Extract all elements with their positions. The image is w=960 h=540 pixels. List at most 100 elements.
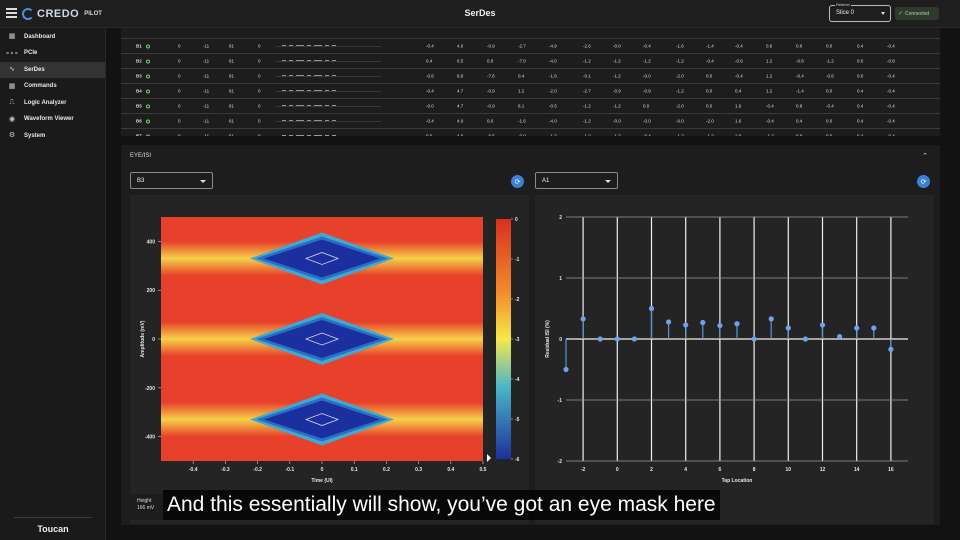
x-tick-label: 12 <box>820 467 826 473</box>
table-row[interactable]: B1 0 -11 61 0 -0.4 4.0 -0.9 -2.7 -4.9 -2.6 -0.0 -0.4… <box>121 39 940 54</box>
lane-id: B5 <box>136 103 142 109</box>
table-cell: -0.5 <box>549 103 557 109</box>
table-row[interactable]: B3 0 -11 61 0 -0.8 8.9 -7.6 0.4 -1.6 -0.1 -1.2 -0.0 -… <box>121 69 940 84</box>
table-cell: -1.2 <box>706 133 714 137</box>
sparkline <box>276 45 381 47</box>
table-cell: 4.0 <box>457 133 464 137</box>
colorbar-tick-label: -4 <box>515 377 520 383</box>
table-cell: 0 <box>178 73 181 79</box>
sidebar-item-commands[interactable]: ▦ Commands <box>0 78 105 95</box>
table-cell: 0 <box>258 133 261 137</box>
chevron-up-icon[interactable]: ⌃ <box>922 152 928 160</box>
sidebar-item-system[interactable]: ⚙ System <box>0 128 105 145</box>
sidebar-item-label: System <box>24 132 46 139</box>
sidebar-item-label: Logic Analyzer <box>24 99 67 106</box>
logo-mark-icon <box>22 8 34 20</box>
scope-icon: ◉ <box>8 115 16 123</box>
table-cell: -11 <box>203 133 210 137</box>
table-row[interactable]: B6 0 -11 61 0 -0.4 4.0 0.0 -1.6 -4.0 -1.2 -0.0 -0.0 -… <box>121 114 940 129</box>
table-cell: -0.4 <box>887 133 895 137</box>
table-cell: 0.0 <box>643 103 650 109</box>
table-cell: 4.0 <box>457 118 464 124</box>
sparkline <box>282 135 336 136</box>
lane-id: B1 <box>136 43 142 49</box>
table-cell: 0.4 <box>796 118 803 124</box>
table-cell: 0.0 <box>826 43 833 49</box>
retimer-select[interactable]: Retimer Slice 0 <box>829 2 891 22</box>
pulse-icon: ⎍ <box>9 99 15 107</box>
table-cell: 0.0 <box>826 88 833 94</box>
table-cell: -0.0 <box>613 118 621 124</box>
refresh-right-button[interactable]: ⟳ <box>917 175 930 188</box>
y-axis-label: Amplitude (mV) <box>140 320 146 357</box>
sidebar-item-pcie[interactable]: ∘∘∘ PCIe <box>0 45 105 62</box>
table-cell: 0 <box>258 103 261 109</box>
stem-point <box>819 322 826 328</box>
lane-select-right[interactable]: A1 <box>535 172 618 189</box>
x-tick-label: 0 <box>616 467 619 473</box>
lane-id: B7 <box>136 133 142 137</box>
table-cell: -0.4 <box>706 58 714 64</box>
table-cell: 1.6 <box>735 118 742 124</box>
x-axis-label: Tap Location <box>722 478 753 484</box>
table-cell: -2.6 <box>583 43 591 49</box>
table-cell: -0.8 <box>426 73 434 79</box>
stem-point <box>734 321 740 327</box>
menu-icon[interactable] <box>6 8 17 18</box>
table-cell: -0.4 <box>887 88 895 94</box>
stem-point <box>768 316 774 322</box>
eye-height-readout: Height 166 mV <box>129 494 163 520</box>
video-caption: And this essentially will show, you’ve g… <box>163 490 720 520</box>
table-row[interactable]: B4 0 -11 61 0 -0.4 4.7 -0.9 1.2 -2.0 -2.7 -0.9 -0.9 -… <box>121 84 940 99</box>
table-cell: 1.2 <box>766 73 773 79</box>
table-cell: -11 <box>203 88 210 94</box>
sidebar: ▦ Dashboard ∘∘∘ PCIe ∿ SerDes ▦ Commands… <box>0 28 106 540</box>
table-cell: -0.9 <box>487 103 495 109</box>
sidebar-item-waveform-viewer[interactable]: ◉ Waveform Viewer <box>0 111 105 128</box>
table-cell: -0.4 <box>643 133 651 137</box>
table-row[interactable]: B7 0 -11 61 0 0.0 4.0 -0.5 -0.9 -1.2 -1.2 -1.2 -0.4 -… <box>121 129 940 136</box>
table-row[interactable]: B5 0 -11 61 0 -0.0 4.7 -0.9 8.1 -0.5 -1.2 -1.2 0.0 -2… <box>121 99 940 114</box>
table-row[interactable]: B2 0 -11 61 0 0.4 6.5 0.0 -7.0 -4.0 -1.2 -1.2 -1.2 -1… <box>121 54 940 69</box>
table-cell: 4.7 <box>457 103 464 109</box>
table-cell: 61 <box>229 133 235 137</box>
colorbar-tick-label: -5 <box>515 417 520 423</box>
isi-plot-svg: -2 0 2 4 6 8 10 12 14 16210-1-2Tap LocationResidu… <box>545 215 908 484</box>
table-cell: -4.0 <box>549 118 557 124</box>
table-cell: -2.7 <box>583 88 591 94</box>
stem-point <box>888 346 894 352</box>
table-cell: -0.4 <box>643 43 651 49</box>
table-cell: -1.2 <box>583 103 591 109</box>
table-cell: 0.4 <box>857 103 864 109</box>
table-cell: -0.6 <box>735 58 743 64</box>
table-cell: -1.2 <box>549 133 557 137</box>
x-axis-label: Time (UI) <box>311 478 333 484</box>
lane-select-left-value: B3 <box>137 178 145 184</box>
table-cell: -0.8 <box>826 73 834 79</box>
table-cell: -1.2 <box>676 133 684 137</box>
sparkline <box>276 105 381 107</box>
sidebar-item-serdes[interactable]: ∿ SerDes <box>0 61 105 78</box>
colorbar-tick-label: -2 <box>515 297 520 303</box>
table-cell: 0.4 <box>426 58 433 64</box>
stem-point <box>597 336 603 342</box>
lane-select-left[interactable]: B3 <box>130 172 213 189</box>
lane-id: B4 <box>136 88 142 94</box>
colorbar-tick-label: 0 <box>515 217 518 223</box>
sidebar-item-dashboard[interactable]: ▦ Dashboard <box>0 29 105 46</box>
x-tick-label: 14 <box>854 467 860 473</box>
table-cell: 0.0 <box>857 73 864 79</box>
table-cell: -0.8 <box>796 58 804 64</box>
lane-table: B1 0 -11 61 0 -0.4 4.0 -0.9 -2.7 -4.9 -2.6 -0.0 -0.4… <box>121 28 940 136</box>
app-root: CREDO PILOT SerDes Retimer Slice 0 ✓ Con… <box>0 0 960 540</box>
table-cell: -0.0 <box>643 118 651 124</box>
y-tick-label: 1 <box>559 276 562 282</box>
sidebar-item-logic-analyzer[interactable]: ⎍ Logic Analyzer <box>0 95 105 112</box>
refresh-left-button[interactable]: ⟳ <box>511 175 524 188</box>
table-cell: -0.4 <box>766 103 774 109</box>
table-cell: -11 <box>203 43 210 49</box>
lane-status-dot-icon <box>144 119 150 124</box>
stem-point <box>751 336 757 342</box>
table-cell: 61 <box>229 43 235 49</box>
isi-plot: -2 0 2 4 6 8 10 12 14 16 2 1 0 -1 -2 Tap Location Residu… <box>535 195 934 524</box>
